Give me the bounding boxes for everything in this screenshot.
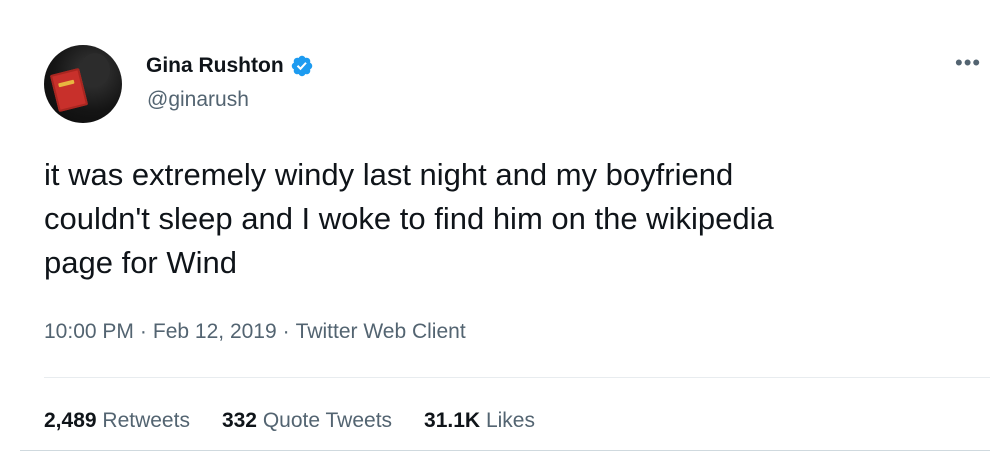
- quote-tweets-stat[interactable]: 332 Quote Tweets: [222, 409, 392, 433]
- meta-separator: ·: [139, 320, 147, 343]
- name-row: Gina Rushton: [146, 54, 314, 78]
- meta-separator: ·: [282, 320, 290, 343]
- more-options-icon[interactable]: •••: [955, 52, 981, 74]
- tweet-time[interactable]: 10:00 PM: [44, 320, 134, 344]
- retweets-count: 2,489: [44, 409, 97, 432]
- tweet-card: Gina Rushton @ginarush ••• it was extrem…: [0, 0, 1000, 463]
- tweet-stats: 2,489 Retweets 332 Quote Tweets 31.1K Li…: [44, 409, 535, 433]
- quote-tweets-label: Quote Tweets: [262, 409, 393, 432]
- divider: [20, 450, 990, 451]
- divider: [44, 377, 990, 378]
- verified-badge-icon: [291, 55, 312, 77]
- avatar[interactable]: [44, 45, 122, 123]
- retweets-label: Retweets: [102, 409, 190, 432]
- likes-label: Likes: [485, 409, 535, 432]
- quote-tweets-count: 332: [221, 409, 257, 432]
- likes-stat[interactable]: 31.1K Likes: [424, 409, 535, 433]
- retweets-stat[interactable]: 2,489 Retweets: [44, 409, 190, 433]
- tweet-meta: 10:00 PM · Feb 12, 2019 · Twitter Web Cl…: [44, 320, 466, 344]
- tweet-text: it was extremely windy last night and my…: [44, 157, 774, 280]
- likes-count: 31.1K: [424, 409, 481, 432]
- display-name[interactable]: Gina Rushton: [146, 54, 284, 78]
- avatar-face: [80, 53, 110, 87]
- user-handle[interactable]: @ginarush: [147, 88, 249, 112]
- tweet-date[interactable]: Feb 12, 2019: [153, 320, 277, 344]
- tweet-source[interactable]: Twitter Web Client: [296, 320, 466, 344]
